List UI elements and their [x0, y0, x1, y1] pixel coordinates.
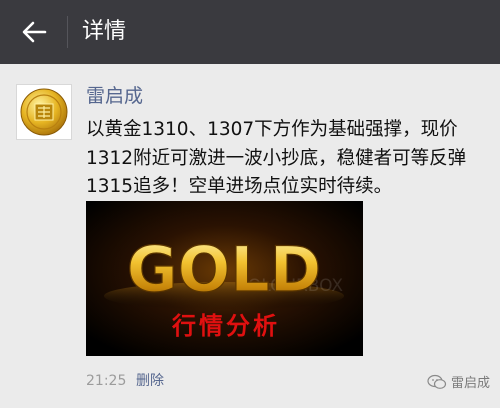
watermark-text: 雷启成 — [450, 376, 490, 391]
post-text-line: 1312附近可激进一波小抄底，稳健者可等反弹 — [86, 147, 467, 169]
post-text: 以黄金1310、1307下方作为基础强撑，现价 1312附近可激进一波小抄底，稳… — [86, 116, 486, 202]
delete-link[interactable]: 删除 — [136, 370, 164, 392]
post-time: 21:25 — [86, 373, 127, 389]
image-gold-text: GOLD — [127, 233, 322, 306]
post-text-line: 以黄金1310、1307下方作为基础强撑，现价 — [86, 119, 458, 140]
source-watermark: 雷启成 — [427, 372, 490, 391]
header-divider — [67, 16, 68, 48]
post-image[interactable]: COLOURBOX GOLD 行情分析 — [86, 201, 363, 356]
gold-coin-avatar-icon — [20, 88, 68, 136]
arrow-left-icon — [22, 21, 47, 43]
back-button[interactable] — [12, 12, 56, 52]
avatar[interactable] — [16, 84, 72, 140]
page-title: 详情 — [82, 19, 127, 44]
top-bar: 详情 — [0, 0, 500, 64]
wechat-logo-icon — [427, 374, 447, 389]
author-name[interactable]: 雷启成 — [86, 82, 143, 110]
gold-analysis-graphic: COLOURBOX GOLD 行情分析 — [86, 201, 363, 356]
post-text-line: 1315追多！空单进场点位实时待续。 — [86, 176, 393, 197]
image-caption: 行情分析 — [171, 312, 280, 340]
